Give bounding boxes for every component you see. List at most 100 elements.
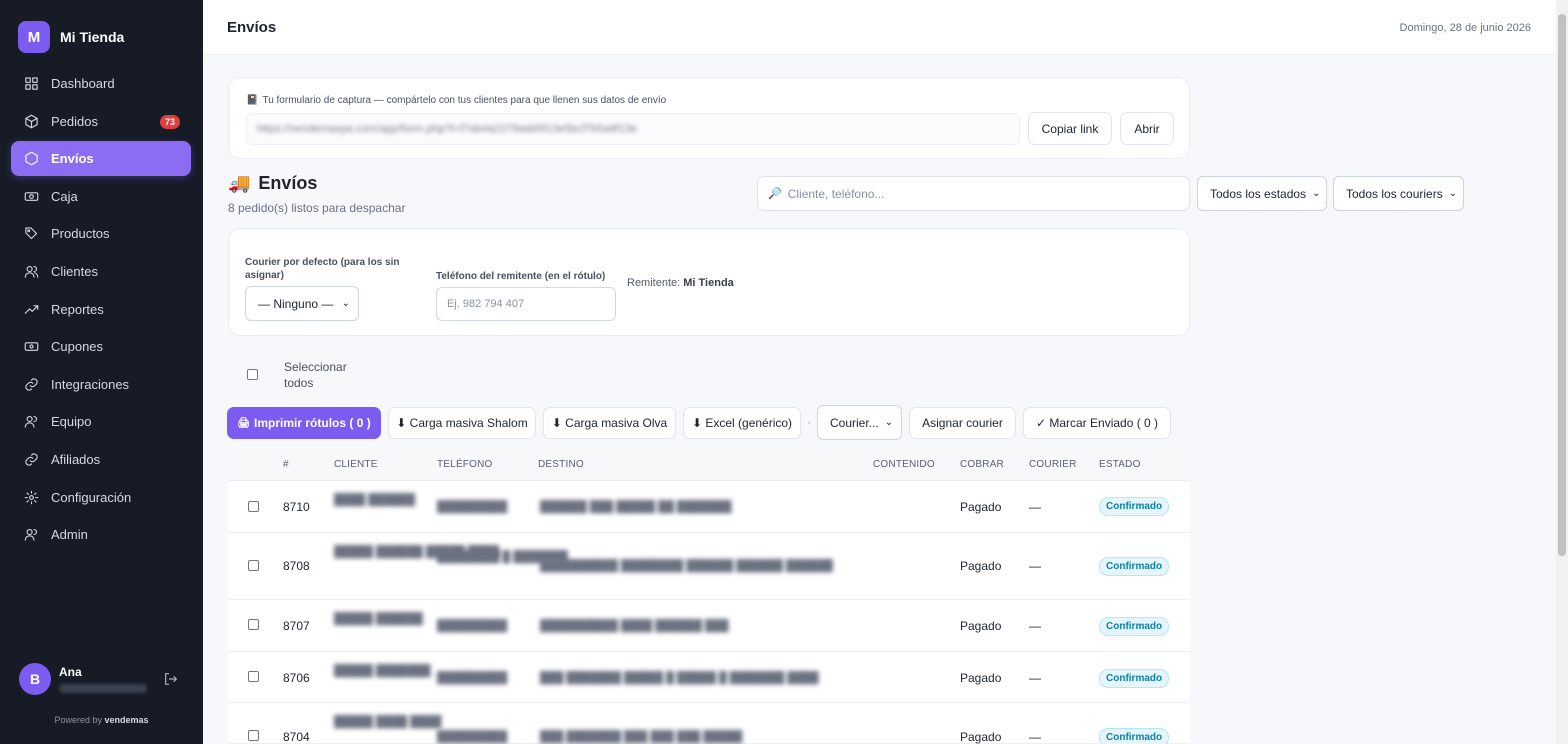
avatar: B — [19, 663, 51, 695]
courier-value: — — [1029, 671, 1041, 685]
sidebar-item-cupones[interactable]: Cupones — [11, 329, 191, 364]
courier-assign-select[interactable]: Courier... ⌄ — [817, 405, 902, 440]
row-checkbox[interactable] — [248, 730, 259, 741]
notebook-icon: 📓 — [246, 95, 259, 106]
tag-icon — [24, 226, 39, 241]
sidebar-item-productos[interactable]: Productos — [11, 216, 191, 251]
row-checkbox[interactable] — [248, 619, 259, 630]
table-row[interactable]: 8710 ████ ██████ █████████ ██████ ███ ██… — [228, 481, 1190, 533]
col-header-id: # — [283, 459, 289, 470]
sidebar-item-envios[interactable]: Envíos — [11, 141, 191, 177]
capture-link-field[interactable]: https://vendemaspe.com/app/form.php?t=f7… — [246, 113, 1020, 145]
sidebar-item-dashboard[interactable]: Dashboard — [11, 66, 191, 101]
defaults-card: Courier por defecto (para los sin asigna… — [228, 228, 1190, 336]
sender-phone-label: Teléfono del remitente (en el rótulo) — [436, 271, 606, 282]
truck-icon: 🚚 — [228, 173, 251, 193]
brand-logo: M — [18, 21, 50, 53]
client-name-redacted: ████ ██████ — [334, 494, 415, 506]
row-checkbox[interactable] — [248, 501, 259, 512]
row-checkbox[interactable] — [248, 671, 259, 682]
table-row[interactable]: 8707 █████ ██████ █████████ ██████████ █… — [228, 600, 1190, 652]
logout-icon[interactable] — [163, 671, 179, 687]
sidebar-item-admin[interactable]: Admin — [11, 517, 191, 552]
sidebar-nav: Dashboard Pedidos 73 Envíos Caja Product… — [11, 66, 191, 555]
select-all-checkbox[interactable] — [247, 369, 258, 380]
sidebar-item-label: Pedidos — [51, 113, 98, 129]
sidebar-item-label: Dashboard — [51, 76, 115, 91]
assign-courier-button[interactable]: Asignar courier — [909, 407, 1016, 439]
chevron-down-icon: ⌄ — [341, 298, 350, 309]
search-placeholder: Cliente, teléfono... — [787, 186, 885, 201]
print-labels-button[interactable]: 🖨 Imprimir rótulos ( 0 ) — [227, 407, 381, 439]
col-header-cobrar: Cobrar — [960, 459, 1004, 470]
olva-bulk-button[interactable]: ⬇ Carga masiva Olva — [543, 407, 676, 439]
brand[interactable]: M Mi Tienda — [18, 21, 124, 53]
sidebar-item-label: Integraciones — [51, 376, 130, 392]
courier-filter-select[interactable]: Todos los couriers ⌄ — [1333, 176, 1464, 211]
cobrar-value: Pagado — [960, 730, 1002, 744]
sidebar-item-label: Afiliados — [51, 451, 101, 467]
open-link-button[interactable]: Abrir — [1120, 112, 1174, 145]
sidebar-item-label: Configuración — [51, 489, 132, 505]
powered-by: Powered by vendemas — [54, 715, 149, 725]
destination-redacted: ███ ███████ ███ ███ ███ █████ — [540, 731, 743, 743]
default-courier-label: Courier por defecto (para los sin asigna… — [245, 257, 400, 281]
table-header: # Cliente Teléfono Destino Contenido Cob… — [228, 448, 1190, 481]
sidebar-item-label: Clientes — [51, 263, 98, 279]
client-name-redacted: █████ ████ ████ — [334, 716, 442, 728]
sidebar-item-clientes[interactable]: Clientes — [11, 254, 191, 289]
table-row[interactable]: 8704 █████ ████ ████ █████████ ███ █████… — [228, 703, 1190, 744]
status-filter-select[interactable]: Todos los estados ⌄ — [1197, 176, 1327, 211]
sender-phone-input[interactable]: Ej. 982 794 407 — [436, 287, 616, 321]
shipments-title: Envíos — [258, 173, 318, 193]
cobrar-value: Pagado — [960, 559, 1002, 573]
status-badge: Confirmado — [1099, 557, 1170, 576]
scroll-thumb[interactable] — [1558, 14, 1566, 556]
col-header-destino: Destino — [538, 459, 584, 470]
sidebar-item-label: Reportes — [51, 301, 104, 317]
order-id: 8707 — [283, 619, 310, 633]
col-header-estado: Estado — [1099, 459, 1141, 470]
sidebar-item-pedidos[interactable]: Pedidos 73 — [11, 104, 191, 139]
hexagon-icon — [24, 151, 39, 166]
status-badge: Confirmado — [1099, 728, 1170, 744]
courier-value: — — [1029, 730, 1041, 744]
chevron-down-icon: ⌄ — [884, 417, 894, 428]
chevron-down-icon: ⌄ — [1312, 188, 1321, 199]
user-profile[interactable]: B Ana — [19, 663, 189, 695]
page-title: Envíos — [227, 19, 277, 36]
sidebar-item-integraciones[interactable]: Integraciones — [11, 367, 191, 402]
sidebar-item-label: Productos — [51, 226, 110, 242]
default-courier-select[interactable]: — Ninguno — ⌄ — [245, 286, 359, 321]
sidebar-item-reportes[interactable]: Reportes — [11, 292, 191, 327]
table-row[interactable]: 8708 █████ ██████ █████ ████ ████████ █ … — [228, 533, 1190, 600]
sidebar-item-configuracion[interactable]: Configuración — [11, 480, 191, 515]
sidebar-item-equipo[interactable]: Equipo — [11, 404, 191, 439]
phone-redacted: █████████ — [437, 672, 508, 684]
dashboard-icon — [24, 76, 39, 91]
scrollbar[interactable] — [1556, 0, 1568, 744]
sidebar-item-label: Admin — [51, 527, 88, 543]
client-name-redacted: █████ ██████ — [334, 613, 423, 625]
select-all-label: Seleccionar todos — [284, 360, 347, 390]
sidebar-item-caja[interactable]: Caja — [11, 179, 191, 214]
copy-link-button[interactable]: Copiar link — [1028, 112, 1112, 145]
search-input[interactable]: 🔎 Cliente, teléfono... — [757, 176, 1190, 211]
phone-redacted: █████████ — [437, 731, 508, 743]
sidebar-item-afiliados[interactable]: Afiliados — [11, 442, 191, 477]
shalom-bulk-button[interactable]: ⬇ Carga masiva Shalom — [388, 407, 536, 439]
mark-sent-button[interactable]: ✓ Marcar Enviado ( 0 ) — [1023, 407, 1171, 439]
sidebar-item-label: Equipo — [51, 414, 92, 430]
destination-redacted: ██████████ ████████ ██████ ██████ ██████ — [540, 560, 833, 572]
phone-redacted: █████████ — [437, 620, 508, 632]
coupon-icon — [24, 339, 39, 354]
orders-count-badge: 73 — [159, 114, 180, 129]
col-header-contenido: Contenido — [873, 459, 935, 470]
brand-name: Mi Tienda — [60, 29, 125, 45]
row-checkbox[interactable] — [248, 560, 259, 571]
status-badge: Confirmado — [1099, 617, 1170, 636]
excel-export-button[interactable]: ⬇ Excel (genérico) — [683, 407, 801, 439]
table-row[interactable]: 8706 █████ ███████ █████████ ███ ███████… — [228, 652, 1190, 703]
topbar: Envíos Domingo, 28 de junio 2026 — [203, 0, 1556, 55]
phone-redacted: █████████ — [437, 501, 508, 513]
